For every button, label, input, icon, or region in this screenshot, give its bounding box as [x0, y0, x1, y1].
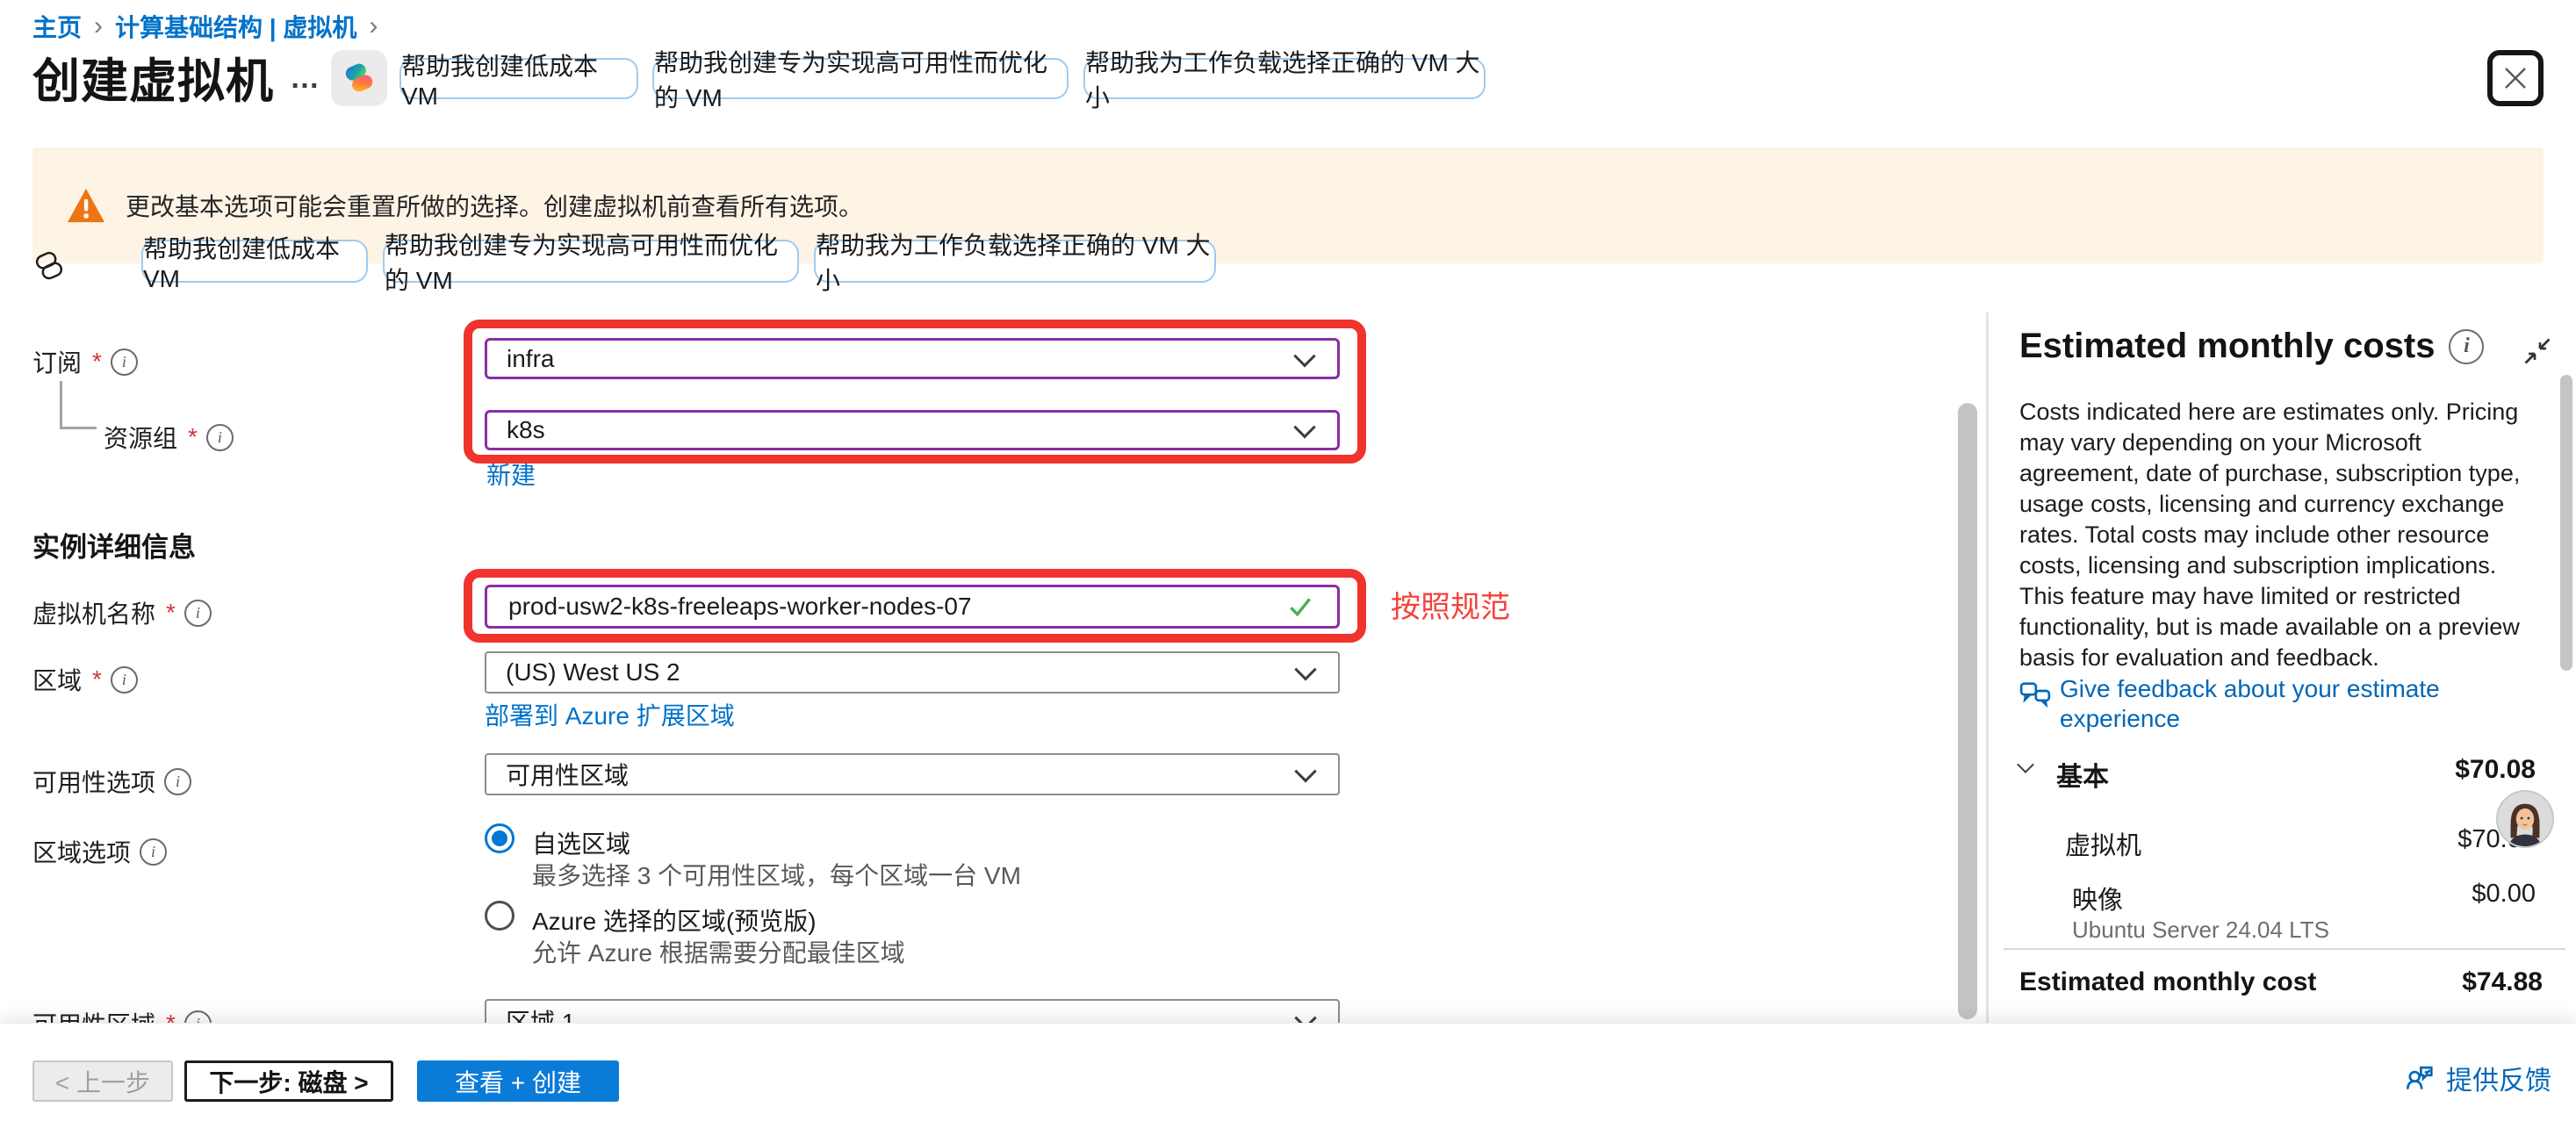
field-connector-line — [60, 381, 62, 428]
info-icon[interactable]: i — [206, 424, 234, 451]
cost-item-name: 虚拟机 — [2065, 825, 2141, 862]
more-menu-button[interactable]: … — [290, 61, 322, 96]
breadcrumb-home-link[interactable]: 主页 — [32, 9, 82, 44]
deploy-edge-zone-link[interactable]: 部署到 Azure 扩展区域 — [485, 697, 735, 732]
close-button[interactable] — [2487, 50, 2544, 106]
breadcrumb-separator-icon: › — [369, 11, 378, 41]
warning-icon — [66, 187, 106, 224]
instance-details-heading: 实例详细信息 — [32, 525, 196, 564]
zone-options-label: 区域选项 i — [32, 834, 167, 869]
cost-group-name[interactable]: 基本 — [2056, 755, 2109, 794]
collapse-panel-icon[interactable] — [2522, 335, 2553, 371]
suggestion-high-availability-vm-button[interactable]: 帮助我创建专为实现高可用性而优化的 VM — [652, 58, 1069, 99]
suggestion-right-vm-size-button[interactable]: 帮助我为工作负载选择正确的 VM 大小 — [1083, 58, 1486, 99]
create-vm-page: 主页 › 计算基础结构 | 虚拟机 › 创建虚拟机 … 帮助我创建低成本 — [0, 0, 2576, 1143]
required-asterisk: * — [92, 348, 102, 376]
cost-item-name: 映像 — [2072, 880, 2123, 917]
chevron-down-icon — [1293, 416, 1315, 438]
availability-options-label: 可用性选项 i — [32, 764, 191, 799]
avatar[interactable] — [2496, 790, 2554, 848]
cost-group-amount: $70.08 — [2455, 755, 2536, 785]
region-dropdown[interactable]: (US) West US 2 — [485, 651, 1340, 694]
panel-divider — [1986, 313, 1989, 1024]
cost-disclaimer-text: Costs indicated here are estimates only.… — [2019, 397, 2543, 673]
estimate-feedback-link[interactable]: Give feedback about your estimate experi… — [2060, 674, 2557, 734]
resource-group-dropdown[interactable]: k8s — [485, 410, 1340, 450]
chevron-down-icon — [1294, 658, 1316, 680]
total-cost-label: Estimated monthly cost — [2019, 967, 2316, 997]
create-new-resource-group-link[interactable]: 新建 — [486, 456, 536, 492]
cost-panel-title: Estimated monthly costs i — [2019, 327, 2484, 366]
copilot-logo-icon — [340, 59, 378, 97]
panel-scrollbar[interactable] — [2560, 375, 2572, 671]
required-asterisk: * — [92, 665, 102, 694]
radio-azure-selected-zone-label[interactable]: Azure 选择的区域(预览版) — [532, 902, 817, 938]
chevron-down-icon — [1293, 345, 1315, 367]
info-icon[interactable]: i — [164, 768, 191, 795]
radio-self-selected-zone-desc: 最多选择 3 个可用性区域，每个区域一台 VM — [532, 857, 1021, 892]
subscription-dropdown[interactable]: infra — [485, 338, 1340, 379]
info-icon[interactable]: i — [111, 349, 138, 376]
copilot-button[interactable] — [331, 50, 387, 106]
cost-item-amount: $0.00 — [2472, 880, 2536, 909]
give-feedback-link[interactable]: 提供反馈 — [2402, 1059, 2551, 1097]
chevron-down-icon[interactable] — [2017, 756, 2034, 773]
suggestion-high-availability-vm-button-2[interactable]: 帮助我创建专为实现高可用性而优化的 VM — [383, 240, 799, 283]
main-scrollbar[interactable] — [1958, 403, 1977, 1019]
region-label: 区域* i — [32, 662, 138, 697]
radio-azure-selected-zone-desc: 允许 Azure 根据需要分配最佳区域 — [532, 934, 905, 969]
breadcrumb-section-link[interactable]: 计算基础结构 | 虚拟机 — [115, 9, 356, 44]
valid-check-icon — [1286, 593, 1314, 621]
annotation-text: 按照规范 — [1391, 583, 1510, 626]
warning-text: 更改基本选项可能会重置所做的选择。创建虚拟机前查看所有选项。 — [126, 188, 863, 223]
availability-options-dropdown[interactable]: 可用性区域 — [485, 753, 1340, 795]
total-cost-amount: $74.88 — [2462, 967, 2543, 997]
info-icon[interactable]: i — [140, 838, 167, 866]
close-icon — [2502, 65, 2529, 91]
breadcrumb-separator-icon: › — [94, 11, 103, 41]
field-connector-line — [60, 427, 97, 429]
divider — [2004, 948, 2565, 950]
cost-item-subtext: Ubuntu Server 24.04 LTS — [2072, 917, 2329, 944]
suggestion-right-vm-size-button-2[interactable]: 帮助我为工作负载选择正确的 VM 大小 — [814, 240, 1216, 283]
required-asterisk: * — [188, 423, 198, 451]
radio-self-selected-zone-label[interactable]: 自选区域 — [532, 825, 630, 860]
info-icon[interactable]: i — [184, 600, 212, 627]
feedback-bubbles-icon — [2018, 678, 2053, 717]
copilot-outline-icon — [32, 248, 67, 289]
radio-self-selected-zone[interactable] — [485, 823, 514, 853]
previous-step-button[interactable]: < 上一步 — [32, 1060, 173, 1102]
info-icon[interactable]: i — [111, 666, 138, 694]
feedback-person-icon — [2402, 1061, 2436, 1095]
vm-name-label: 虚拟机名称* i — [32, 595, 212, 630]
review-create-button[interactable]: 查看 + 创建 — [417, 1060, 619, 1102]
required-asterisk: * — [166, 599, 176, 627]
page-title: 创建虚拟机 — [32, 42, 274, 111]
suggestion-low-cost-vm-button[interactable]: 帮助我创建低成本 VM — [399, 58, 638, 99]
chevron-down-icon — [1294, 760, 1316, 782]
resource-group-label: 资源组* i — [104, 420, 234, 455]
footer-bar: < 上一步 下一步: 磁盘 > 查看 + 创建 提供反馈 — [0, 1023, 2576, 1143]
suggestion-low-cost-vm-button-2[interactable]: 帮助我创建低成本 VM — [141, 240, 368, 283]
info-icon[interactable]: i — [2449, 329, 2484, 364]
breadcrumb: 主页 › 计算基础结构 | 虚拟机 › — [32, 9, 390, 44]
next-step-disks-button[interactable]: 下一步: 磁盘 > — [184, 1060, 393, 1102]
vm-name-field-wrap — [485, 585, 1340, 629]
radio-azure-selected-zone[interactable] — [485, 901, 514, 931]
vm-name-input[interactable] — [507, 592, 1265, 622]
subscription-label: 订阅* i — [32, 344, 138, 379]
